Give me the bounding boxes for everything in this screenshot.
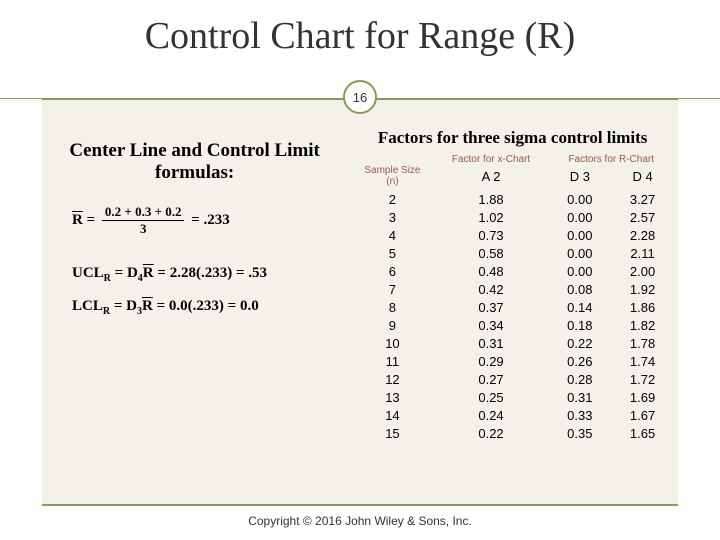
table-cell: 1.02 bbox=[434, 208, 549, 226]
table-cell: 1.82 bbox=[611, 316, 674, 334]
slide-number-badge: 16 bbox=[343, 80, 377, 114]
table-cell: 0.31 bbox=[548, 388, 611, 406]
table-cell: 7 bbox=[351, 280, 433, 298]
table-cell: 0.14 bbox=[548, 298, 611, 316]
factors-table: Factor for x-Chart Factors for R-Chart S… bbox=[351, 152, 674, 442]
table-cell: 0.31 bbox=[434, 334, 549, 352]
table-cell: 9 bbox=[351, 316, 433, 334]
table-cell: 1.92 bbox=[611, 280, 674, 298]
table-cell: 10 bbox=[351, 334, 433, 352]
table-cell: 0.35 bbox=[548, 424, 611, 442]
formula-rbar: R = 0.2 + 0.3 + 0.23 = .233 bbox=[72, 204, 335, 237]
table-cell: 3 bbox=[351, 208, 433, 226]
table-cell: 1.78 bbox=[611, 334, 674, 352]
formula-ucl: UCLR = D4R = 2.28(.233) = .53 bbox=[72, 265, 335, 284]
table-row: 150.220.351.65 bbox=[351, 424, 674, 442]
th-d3: D 3 bbox=[548, 165, 611, 190]
table-cell: 13 bbox=[351, 388, 433, 406]
table-cell: 0.00 bbox=[548, 262, 611, 280]
table-cell: 0.08 bbox=[548, 280, 611, 298]
table-cell: 2 bbox=[351, 190, 433, 208]
table-cell: 0.58 bbox=[434, 244, 549, 262]
table-cell: 2.57 bbox=[611, 208, 674, 226]
table-cell: 6 bbox=[351, 262, 433, 280]
table-cell: 2.11 bbox=[611, 244, 674, 262]
col-group-rchart: Factors for R-Chart bbox=[548, 152, 674, 165]
th-sample-size: Sample Size(n) bbox=[351, 165, 433, 190]
table-cell: 1.72 bbox=[611, 370, 674, 388]
table-cell: 1.65 bbox=[611, 424, 674, 442]
table-cell: 0.00 bbox=[548, 226, 611, 244]
table-cell: 1.86 bbox=[611, 298, 674, 316]
table-cell: 0.37 bbox=[434, 298, 549, 316]
table-cell: 0.27 bbox=[434, 370, 549, 388]
right-column: Factors for three sigma control limits F… bbox=[347, 98, 678, 506]
col-group-xchart: Factor for x-Chart bbox=[434, 152, 549, 165]
table-row: 21.880.003.27 bbox=[351, 190, 674, 208]
table-cell: 0.25 bbox=[434, 388, 549, 406]
table-cell: 1.74 bbox=[611, 352, 674, 370]
table-cell: 0.34 bbox=[434, 316, 549, 334]
table-cell: 0.73 bbox=[434, 226, 549, 244]
table-cell: 4 bbox=[351, 226, 433, 244]
slide-title: Control Chart for Range (R) bbox=[0, 0, 720, 68]
table-cell: 11 bbox=[351, 352, 433, 370]
table-cell: 0.00 bbox=[548, 208, 611, 226]
table-row: 120.270.281.72 bbox=[351, 370, 674, 388]
table-cell: 0.00 bbox=[548, 190, 611, 208]
table-cell: 0.18 bbox=[548, 316, 611, 334]
table-cell: 1.88 bbox=[434, 190, 549, 208]
table-cell: 2.00 bbox=[611, 262, 674, 280]
table-row: 60.480.002.00 bbox=[351, 262, 674, 280]
table-cell: 8 bbox=[351, 298, 433, 316]
table-cell: 0.00 bbox=[548, 244, 611, 262]
table-cell: 0.24 bbox=[434, 406, 549, 424]
table-row: 130.250.311.69 bbox=[351, 388, 674, 406]
table-cell: 12 bbox=[351, 370, 433, 388]
table-cell: 0.33 bbox=[548, 406, 611, 424]
table-row: 31.020.002.57 bbox=[351, 208, 674, 226]
th-a2: A 2 bbox=[434, 165, 549, 190]
content-area: Center Line and Control Limit formulas: … bbox=[42, 98, 678, 506]
table-row: 80.370.141.86 bbox=[351, 298, 674, 316]
th-d4: D 4 bbox=[611, 165, 674, 190]
table-row: 70.420.081.92 bbox=[351, 280, 674, 298]
table-row: 50.580.002.11 bbox=[351, 244, 674, 262]
table-cell: 15 bbox=[351, 424, 433, 442]
table-cell: 14 bbox=[351, 406, 433, 424]
table-row: 90.340.181.82 bbox=[351, 316, 674, 334]
table-row: 100.310.221.78 bbox=[351, 334, 674, 352]
table-cell: 0.22 bbox=[548, 334, 611, 352]
table-cell: 5 bbox=[351, 244, 433, 262]
table-row: 110.290.261.74 bbox=[351, 352, 674, 370]
table-cell: 1.67 bbox=[611, 406, 674, 424]
table-row: 40.730.002.28 bbox=[351, 226, 674, 244]
table-cell: 0.29 bbox=[434, 352, 549, 370]
table-cell: 0.28 bbox=[548, 370, 611, 388]
table-cell: 0.22 bbox=[434, 424, 549, 442]
copyright-footer: Copyright © 2016 John Wiley & Sons, Inc. bbox=[0, 514, 720, 528]
formula-lcl: LCLR = D3R = 0.0(.233) = 0.0 bbox=[72, 298, 335, 317]
table-cell: 2.28 bbox=[611, 226, 674, 244]
left-column: Center Line and Control Limit formulas: … bbox=[42, 98, 347, 506]
left-heading: Center Line and Control Limit formulas: bbox=[54, 140, 335, 184]
table-cell: 0.26 bbox=[548, 352, 611, 370]
table-title: Factors for three sigma control limits bbox=[351, 128, 674, 148]
table-cell: 1.69 bbox=[611, 388, 674, 406]
table-cell: 0.42 bbox=[434, 280, 549, 298]
table-cell: 3.27 bbox=[611, 190, 674, 208]
table-cell: 0.48 bbox=[434, 262, 549, 280]
table-row: 140.240.331.67 bbox=[351, 406, 674, 424]
